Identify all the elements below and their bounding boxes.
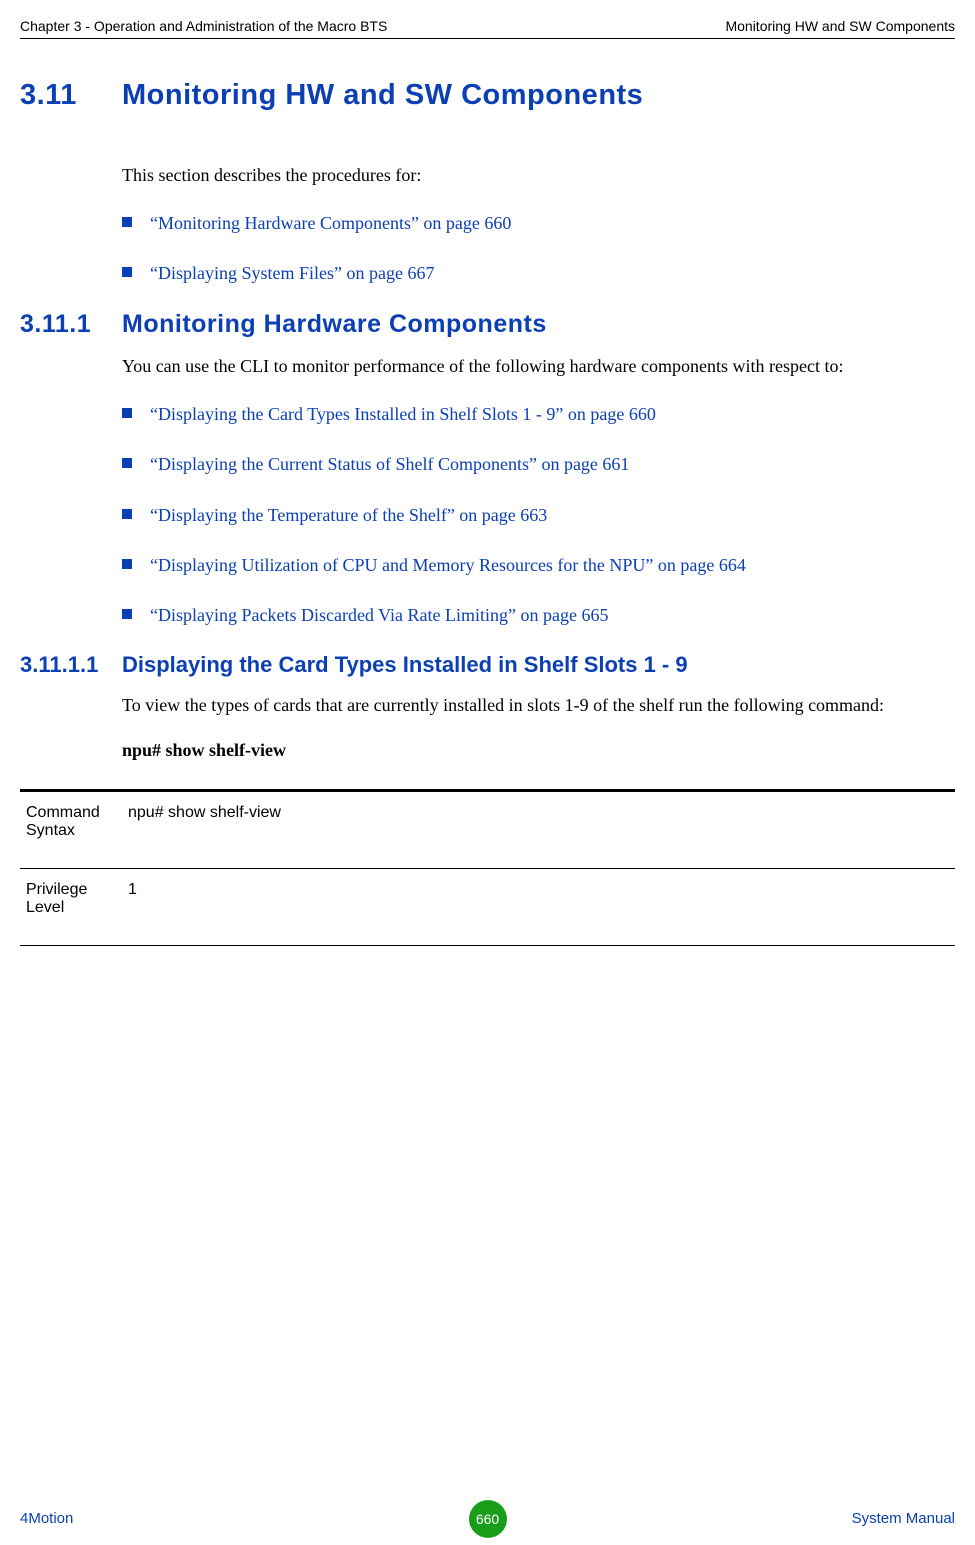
page-number-badge: 660 bbox=[469, 1500, 507, 1538]
bullet-icon bbox=[122, 458, 132, 468]
footer-right: System Manual bbox=[852, 1510, 955, 1527]
list-item: “Displaying Packets Discarded Via Rate L… bbox=[122, 602, 955, 628]
list-item: “Monitoring Hardware Components” on page… bbox=[122, 210, 955, 236]
subsection-number: 3.11.1 bbox=[20, 310, 122, 339]
subsubsection-title: Displaying the Card Types Installed in S… bbox=[122, 652, 688, 678]
link-text[interactable]: “Displaying the Card Types Installed in … bbox=[150, 401, 656, 427]
row-label: Privilege Level bbox=[20, 881, 120, 917]
list-item: “Displaying System Files” on page 667 bbox=[122, 260, 955, 286]
section-title: Monitoring HW and SW Components bbox=[122, 79, 643, 112]
list-item: “Displaying the Temperature of the Shelf… bbox=[122, 502, 955, 528]
link-text[interactable]: “Displaying the Current Status of Shelf … bbox=[150, 451, 629, 477]
page-content: 3.11 Monitoring HW and SW Components Thi… bbox=[0, 39, 975, 946]
header-left: Chapter 3 - Operation and Administration… bbox=[20, 18, 387, 34]
section-bullet-list: “Monitoring Hardware Components” on page… bbox=[122, 210, 955, 286]
bullet-icon bbox=[122, 267, 132, 277]
section-intro: This section describes the procedures fo… bbox=[122, 162, 955, 188]
bullet-icon bbox=[122, 609, 132, 619]
row-value: npu# show shelf-view bbox=[120, 804, 281, 822]
subsubsection-number: 3.11.1.1 bbox=[20, 652, 122, 678]
row-label: Command Syntax bbox=[20, 804, 120, 840]
subsection-bullet-list: “Displaying the Card Types Installed in … bbox=[122, 401, 955, 627]
command-info-table: Command Syntax npu# show shelf-view Priv… bbox=[20, 789, 955, 946]
list-item: “Displaying the Current Status of Shelf … bbox=[122, 451, 955, 477]
page-footer: 4Motion 660 System Manual bbox=[20, 1510, 955, 1527]
link-text[interactable]: “Monitoring Hardware Components” on page… bbox=[150, 210, 511, 236]
bullet-icon bbox=[122, 509, 132, 519]
subsection-intro: You can use the CLI to monitor performan… bbox=[122, 353, 955, 379]
command-text: npu# show shelf-view bbox=[122, 740, 955, 761]
list-item: “Displaying the Card Types Installed in … bbox=[122, 401, 955, 427]
section-number: 3.11 bbox=[20, 79, 122, 112]
link-text[interactable]: “Displaying Utilization of CPU and Memor… bbox=[150, 552, 746, 578]
bullet-icon bbox=[122, 217, 132, 227]
link-text[interactable]: “Displaying Packets Discarded Via Rate L… bbox=[150, 602, 608, 628]
table-row: Privilege Level 1 bbox=[20, 868, 955, 946]
subsection-heading: 3.11.1 Monitoring Hardware Components bbox=[20, 310, 955, 339]
bullet-icon bbox=[122, 559, 132, 569]
subsub-intro: To view the types of cards that are curr… bbox=[122, 692, 955, 718]
subsubsection-heading: 3.11.1.1 Displaying the Card Types Insta… bbox=[20, 652, 955, 678]
header-right: Monitoring HW and SW Components bbox=[725, 18, 955, 34]
list-item: “Displaying Utilization of CPU and Memor… bbox=[122, 552, 955, 578]
subsection-title: Monitoring Hardware Components bbox=[122, 310, 547, 339]
bullet-icon bbox=[122, 408, 132, 418]
link-text[interactable]: “Displaying the Temperature of the Shelf… bbox=[150, 502, 547, 528]
page-header: Chapter 3 - Operation and Administration… bbox=[0, 0, 975, 38]
table-row: Command Syntax npu# show shelf-view bbox=[20, 789, 955, 868]
footer-left: 4Motion bbox=[20, 1510, 73, 1527]
row-value: 1 bbox=[120, 881, 137, 899]
link-text[interactable]: “Displaying System Files” on page 667 bbox=[150, 260, 434, 286]
section-heading: 3.11 Monitoring HW and SW Components bbox=[20, 79, 955, 112]
